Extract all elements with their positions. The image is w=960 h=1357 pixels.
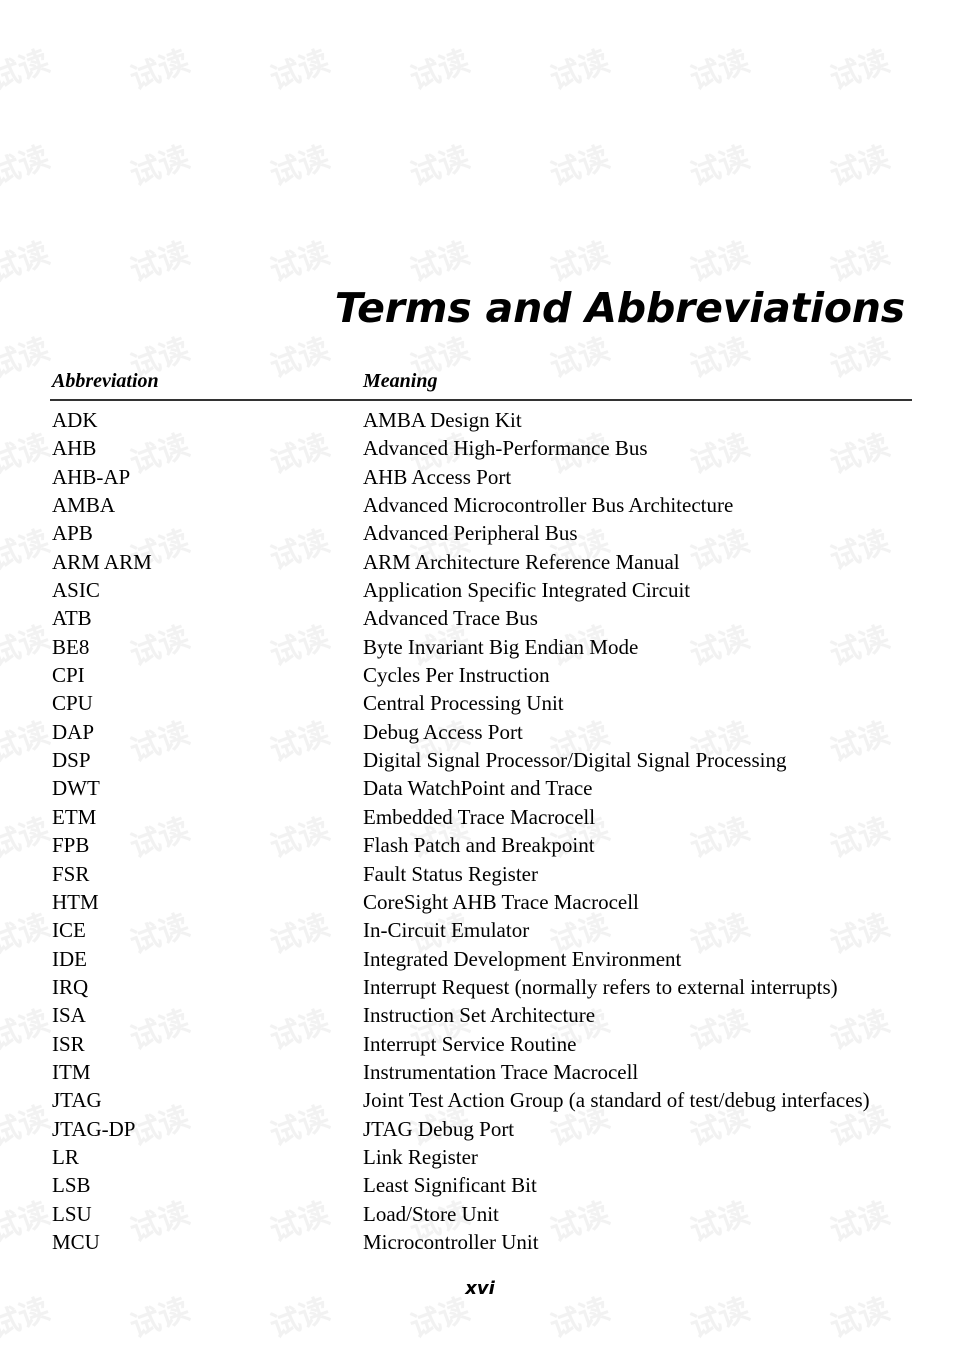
table-row: AMBA Advanced Microcontroller Bus Archite… (50, 492, 912, 520)
cell-abbreviation: ISA (52, 1003, 86, 1028)
table-row: ARM ARM ARM Architecture Reference Manual (50, 549, 912, 577)
table-row: AHB-AP AHB Access Port (50, 464, 912, 492)
cell-meaning: Advanced High-Performance Bus (363, 436, 648, 461)
table-row: LSB Least Significant Bit (50, 1172, 912, 1200)
cell-meaning: Cycles Per Instruction (363, 663, 550, 688)
cell-meaning: Interrupt Service Routine (363, 1031, 577, 1056)
cell-abbreviation: IRQ (52, 974, 89, 999)
cell-meaning: AHB Access Port (363, 464, 512, 489)
cell-abbreviation: AHB (52, 436, 97, 461)
cell-meaning: Data WatchPoint and Trace (363, 776, 593, 801)
cell-meaning: Advanced Peripheral Bus (363, 521, 578, 546)
table-row: HTM CoreSight AHB Trace Macrocell (50, 889, 912, 917)
cell-abbreviation: MCU (52, 1229, 100, 1254)
cell-abbreviation: DAP (52, 719, 95, 744)
cell-meaning: Digital Signal Processor/Digital Signal … (363, 748, 787, 773)
table-row: CPU Central Processing Unit (50, 690, 912, 718)
table-row: APB Advanced Peripheral Bus (50, 520, 912, 548)
table-row: IRQ Interrupt Request (normally refers to… (50, 974, 912, 1002)
table-row: DWT Data WatchPoint and Trace (50, 775, 912, 803)
cell-abbreviation: IDE (52, 946, 87, 971)
table-row: JTAG-DP JTAG Debug Port (50, 1116, 912, 1144)
cell-abbreviation: BE8 (52, 634, 90, 659)
cell-meaning: Load/Store Unit (363, 1201, 499, 1226)
cell-abbreviation: ARM ARM (52, 549, 152, 574)
table-row: DAP Debug Access Port (50, 719, 912, 747)
cell-abbreviation: JTAG (52, 1088, 102, 1113)
table-row: IDE Integrated Development Environment (50, 946, 912, 974)
cell-abbreviation: ATB (52, 606, 92, 631)
column-header-meaning: Meaning (363, 370, 438, 392)
table-row: FSR Fault Status Register (50, 861, 912, 889)
cell-abbreviation: ISR (52, 1031, 85, 1056)
table-row: ITM Instrumentation Trace Macrocell (50, 1059, 912, 1087)
cell-meaning: Central Processing Unit (363, 691, 564, 716)
cell-meaning: Byte Invariant Big Endian Mode (363, 634, 639, 659)
cell-abbreviation: LR (52, 1144, 79, 1169)
table-row: ATB Advanced Trace Bus (50, 605, 912, 633)
table-header-row: Abbreviation Meaning (50, 369, 912, 401)
cell-meaning: ARM Architecture Reference Manual (363, 549, 680, 574)
table-row: ISA Instruction Set Architecture (50, 1002, 912, 1030)
cell-abbreviation: DWT (52, 776, 100, 801)
page-number: xvi (465, 1278, 495, 1299)
column-header-abbreviation: Abbreviation (52, 370, 159, 392)
cell-abbreviation: ICE (52, 918, 86, 943)
cell-abbreviation: AMBA (52, 493, 116, 518)
table-row: FPB Flash Patch and Breakpoint (50, 832, 912, 860)
cell-meaning: Integrated Development Environment (363, 946, 682, 971)
cell-meaning: Fault Status Register (363, 861, 538, 886)
cell-abbreviation: ADK (52, 408, 98, 432)
table-row: BE8 Byte Invariant Big Endian Mode (50, 634, 912, 662)
table-row: JTAG Joint Test Action Group (a standard … (50, 1087, 912, 1115)
cell-meaning: Link Register (363, 1144, 478, 1169)
table-row: AHB Advanced High-Performance Bus (50, 435, 912, 463)
cell-abbreviation: DSP (52, 748, 91, 773)
cell-meaning: Debug Access Port (363, 719, 523, 744)
cell-meaning: AMBA Design Kit (363, 408, 522, 432)
cell-meaning: Joint Test Action Group (a standard of t… (363, 1088, 870, 1113)
cell-meaning: Instrumentation Trace Macrocell (363, 1059, 639, 1084)
cell-abbreviation: FSR (52, 861, 90, 886)
page-title: Terms and Abbreviations (334, 284, 906, 333)
abbreviations-table: Abbreviation Meaning ADK AMBA Design Kit A… (50, 369, 912, 1254)
cell-abbreviation: ITM (52, 1059, 91, 1084)
table-row: ETM Embedded Trace Macrocell (50, 804, 912, 832)
cell-meaning: Advanced Trace Bus (363, 606, 538, 631)
table-row: LSU Load/Store Unit (50, 1201, 912, 1229)
cell-meaning: Embedded Trace Macrocell (363, 804, 596, 829)
cell-meaning: JTAG Debug Port (363, 1116, 515, 1141)
table-row: MCU Microcontroller Unit (50, 1229, 912, 1257)
cell-abbreviation: AHB-AP (52, 464, 131, 489)
cell-meaning: In-Circuit Emulator (363, 918, 530, 943)
cell-meaning: Least Significant Bit (363, 1173, 537, 1198)
table-row: ASIC Application Specific Integrated Circ… (50, 577, 912, 605)
table-row: ISR Interrupt Service Routine (50, 1031, 912, 1059)
cell-abbreviation: APB (52, 521, 93, 546)
cell-abbreviation: FPB (52, 833, 90, 858)
cell-meaning: Interrupt Request (normally refers to ex… (363, 974, 838, 999)
cell-abbreviation: ASIC (52, 578, 100, 603)
table-body: ADK AMBA Design Kit AHB Advanced High-Perfo… (50, 407, 912, 1257)
cell-meaning: Advanced Microcontroller Bus Architectur… (363, 493, 734, 518)
document-page: Terms and Abbreviations Abbreviation Mea… (0, 0, 960, 1357)
table-row: LR Link Register (50, 1144, 912, 1172)
cell-abbreviation: HTM (52, 889, 99, 914)
cell-abbreviation: CPU (52, 691, 93, 716)
cell-abbreviation: JTAG-DP (52, 1116, 136, 1141)
cell-meaning: Instruction Set Architecture (363, 1003, 596, 1028)
cell-meaning: Flash Patch and Breakpoint (363, 833, 595, 858)
cell-meaning: Application Specific Integrated Circuit (363, 578, 691, 603)
header-rule (50, 399, 912, 401)
cell-abbreviation: CPI (52, 663, 85, 688)
cell-meaning: Microcontroller Unit (363, 1229, 539, 1254)
cell-meaning: CoreSight AHB Trace Macrocell (363, 889, 639, 914)
table-row: ADK AMBA Design Kit (50, 407, 912, 435)
table-row: DSP Digital Signal Processor/Digital Sign… (50, 747, 912, 775)
cell-abbreviation: LSB (52, 1173, 91, 1198)
cell-abbreviation: LSU (52, 1201, 92, 1226)
table-row: CPI Cycles Per Instruction (50, 662, 912, 690)
cell-abbreviation: ETM (52, 804, 97, 829)
table-row: ICE In-Circuit Emulator (50, 917, 912, 945)
